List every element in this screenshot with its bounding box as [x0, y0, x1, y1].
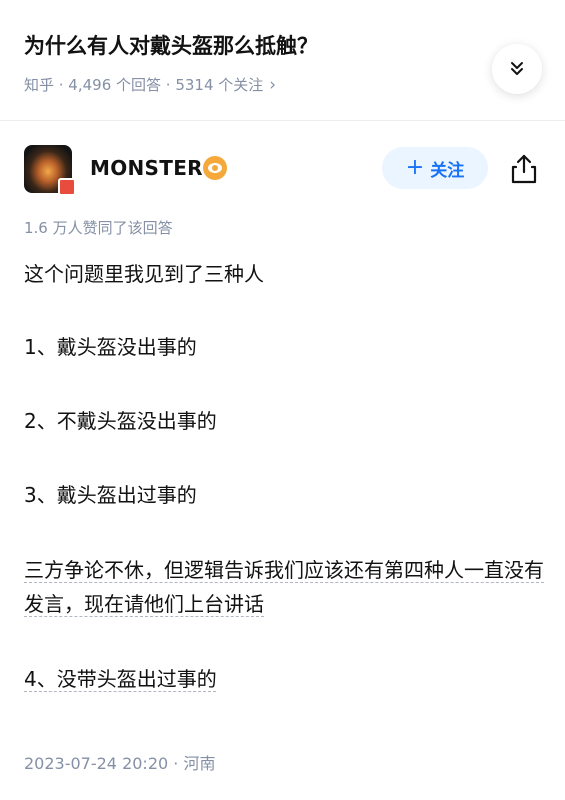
- double-chevron-down-icon: [511, 62, 523, 75]
- question-meta-text: 知乎 · 4,496 个回答 · 5314 个关注: [24, 76, 264, 94]
- question-title[interactable]: 为什么有人对戴头盔那么抵触？: [24, 30, 464, 60]
- answer-paragraph: 3、戴头盔出过事的: [24, 483, 197, 507]
- chevron-right-icon: ›: [269, 75, 277, 95]
- avatar-badge-icon: [58, 178, 76, 196]
- share-icon: [511, 154, 537, 184]
- answer-paragraph: 2、不戴头盔没出事的: [24, 409, 217, 433]
- answer-paragraph: 这个问题里我见到了三种人: [24, 262, 264, 286]
- collapse-button[interactable]: [492, 44, 542, 94]
- answer-paragraph-highlighted[interactable]: 4、没带头盔出过事的: [24, 662, 544, 696]
- header-divider: [0, 120, 565, 121]
- vote-summary: 1.6 万人赞同了该回答: [24, 219, 173, 237]
- answer-paragraph: 1、戴头盔没出事的: [24, 335, 197, 359]
- share-button[interactable]: [508, 152, 540, 186]
- verified-badge-icon: [203, 156, 227, 180]
- plus-icon: +: [405, 155, 425, 180]
- follow-label: 关注: [430, 160, 465, 181]
- follow-button[interactable]: + 关注: [382, 147, 488, 189]
- answer-paragraph-highlighted[interactable]: 三方争论不休，但逻辑告诉我们应该还有第四种人一直没有发言，现在请他们上台讲话: [24, 553, 544, 621]
- question-meta-link[interactable]: 知乎 · 4,496 个回答 · 5314 个关注 ›: [24, 74, 276, 95]
- answer-timestamp-location: 2023-07-24 20:20 · 河南: [24, 754, 216, 773]
- author-name[interactable]: MONSTER: [90, 156, 203, 180]
